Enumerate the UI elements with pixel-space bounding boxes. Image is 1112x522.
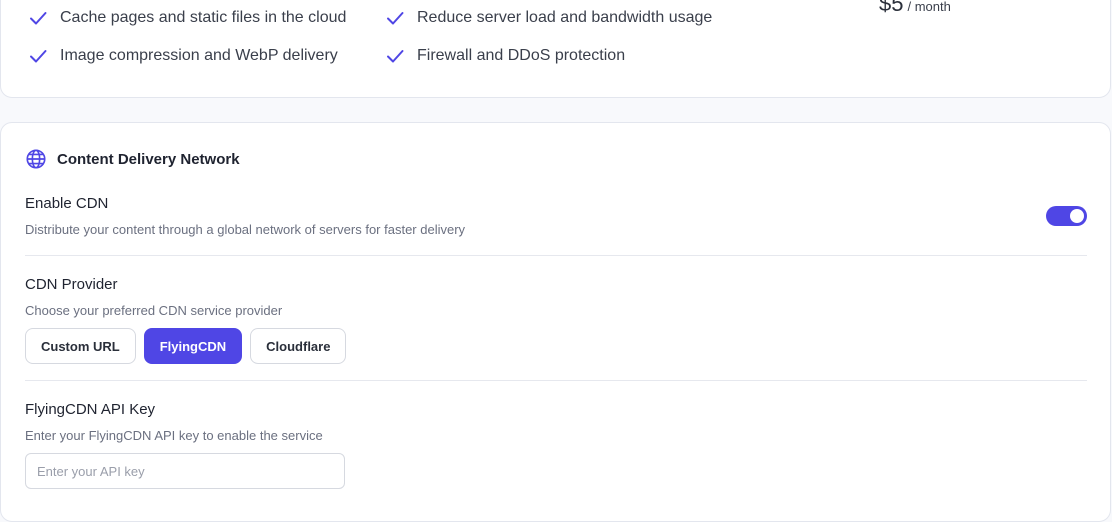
feature-item: Reduce server load and bandwidth usage <box>385 8 712 28</box>
feature-item: Cache pages and static files in the clou… <box>28 8 346 28</box>
enable-cdn-label: Enable CDN <box>25 195 109 212</box>
feature-item: Image compression and WebP delivery <box>28 46 338 66</box>
section-title: Content Delivery Network <box>25 148 240 170</box>
price: $5 / month <box>879 0 951 17</box>
cdn-settings-card: Content Delivery Network Enable CDN Dist… <box>0 122 1111 522</box>
provider-flyingcdn-button[interactable]: FlyingCDN <box>143 328 243 364</box>
divider <box>25 255 1087 256</box>
globe-icon <box>25 148 47 170</box>
price-amount: $5 <box>879 0 904 16</box>
cdn-provider-description: Choose your preferred CDN service provid… <box>25 303 283 318</box>
api-key-label: FlyingCDN API Key <box>25 401 156 418</box>
check-icon <box>385 8 405 28</box>
check-icon <box>28 46 48 66</box>
toggle-knob <box>1070 209 1084 223</box>
feature-item: Firewall and DDoS protection <box>385 46 625 66</box>
provider-custom-url-button[interactable]: Custom URL <box>25 328 136 364</box>
check-icon <box>385 46 405 66</box>
check-icon <box>28 8 48 28</box>
price-period: / month <box>907 0 951 14</box>
feature-text: Image compression and WebP delivery <box>60 47 338 64</box>
plan-card: Cache pages and static files in the clou… <box>0 0 1111 98</box>
api-key-description: Enter your FlyingCDN API key to enable t… <box>25 428 323 443</box>
feature-text: Reduce server load and bandwidth usage <box>417 9 713 26</box>
feature-text: Cache pages and static files in the clou… <box>60 9 347 26</box>
feature-text: Firewall and DDoS protection <box>417 47 626 64</box>
cdn-provider-options: Custom URL FlyingCDN Cloudflare <box>25 328 354 364</box>
provider-cloudflare-button[interactable]: Cloudflare <box>250 328 347 364</box>
enable-cdn-toggle[interactable] <box>1046 206 1087 226</box>
enable-cdn-description: Distribute your content through a global… <box>25 222 466 237</box>
cdn-provider-label: CDN Provider <box>25 276 118 293</box>
divider <box>25 380 1087 381</box>
api-key-input[interactable] <box>25 453 345 489</box>
section-title-text: Content Delivery Network <box>57 150 240 168</box>
